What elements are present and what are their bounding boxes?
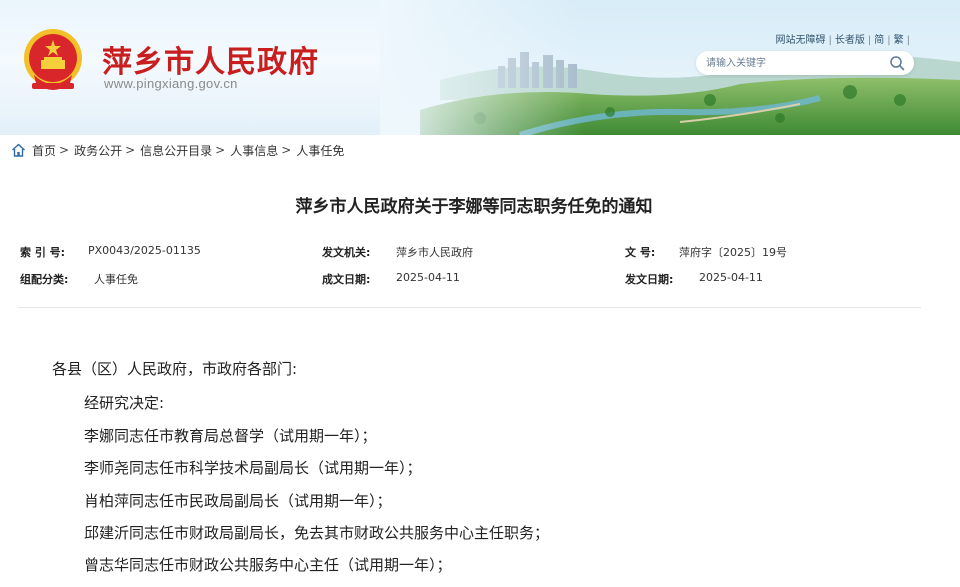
- search-input[interactable]: [706, 54, 882, 72]
- body-paragraph: 邱建沂同志任市财政局副局长，免去其市财政公共服务中心主任职务；: [84, 524, 550, 542]
- divider: [18, 307, 921, 308]
- issued-date-value: 2025-04-11: [699, 271, 763, 284]
- issuer-value: 萍乡市人民政府: [396, 246, 473, 259]
- body-paragraph: 李师尧同志任市科学技术局副局长（试用期一年）；: [84, 459, 422, 477]
- index-number-value: PX0043/2025-01135: [88, 244, 201, 257]
- body-paragraph: 经研究决定:: [84, 394, 165, 412]
- category-label: 组配分类:: [20, 273, 69, 286]
- breadcrumb-info-catalog[interactable]: 信息公开目录: [140, 142, 212, 159]
- category-value: 人事任免: [94, 273, 138, 286]
- breadcrumb-appointments[interactable]: 人事任免: [296, 142, 344, 159]
- search-box: [696, 51, 914, 75]
- separator: |: [867, 35, 872, 46]
- separator: |: [828, 35, 832, 46]
- traditional-chinese-link[interactable]: 繁: [894, 35, 904, 46]
- site-url: www.pingxiang.gov.cn: [104, 76, 238, 91]
- breadcrumb-separator: >: [215, 143, 226, 157]
- document-title: 萍乡市人民政府关于李娜等同志职务任免的通知: [295, 197, 653, 217]
- index-number-label: 索 引 号:: [20, 246, 66, 259]
- body-paragraph: 曾志华同志任市财政公共服务中心主任（试用期一年）；: [84, 556, 452, 574]
- national-emblem-icon: [24, 29, 82, 90]
- breadcrumb-gov-affairs[interactable]: 政务公开: [74, 142, 122, 159]
- salutation: 各县（区）人民政府，市政府各部门:: [52, 360, 298, 378]
- issued-date-label: 发文日期:: [625, 273, 674, 286]
- accessibility-link[interactable]: 网站无障碍: [776, 35, 826, 46]
- document-number-label: 文 号:: [625, 246, 656, 259]
- breadcrumb-separator: >: [125, 143, 136, 157]
- home-icon[interactable]: [11, 143, 26, 157]
- site-header: 萍乡市人民政府 www.pingxiang.gov.cn 网站无障碍 | 长者版 | 简…: [0, 0, 960, 135]
- simplified-chinese-link[interactable]: 简: [874, 35, 884, 46]
- site-title[interactable]: 萍乡市人民政府: [102, 37, 319, 81]
- breadcrumb-personnel-info[interactable]: 人事信息: [230, 142, 278, 159]
- body-paragraph: 肖柏萍同志任市民政局副局长（试用期一年）；: [84, 492, 392, 510]
- breadcrumb-separator: >: [281, 143, 292, 157]
- meta-row: 组配分类: 人事任免 成文日期: 2025-04-11 发文日期: 2025-0…: [0, 271, 960, 287]
- meta-row: 索 引 号: PX0043/2025-01135 发文机关: 萍乡市人民政府 文…: [0, 244, 960, 260]
- body-paragraph: 李娜同志任市教育局总督学（试用期一年）；: [84, 427, 377, 445]
- separator: |: [906, 35, 910, 46]
- document-number-value: 萍府字〔2025〕19号: [679, 246, 787, 259]
- top-links: 网站无障碍 | 长者版 | 简 | 繁 |: [776, 31, 914, 46]
- elder-version-link[interactable]: 长者版: [835, 35, 865, 46]
- separator: |: [887, 35, 891, 46]
- created-date-label: 成文日期:: [322, 273, 371, 286]
- issuer-label: 发文机关:: [322, 246, 371, 259]
- created-date-value: 2025-04-11: [396, 271, 460, 284]
- breadcrumb-separator: >: [59, 143, 70, 157]
- breadcrumb: 首页 > 政务公开 > 信息公开目录 > 人事信息 > 人事任免: [11, 142, 344, 158]
- breadcrumb-home[interactable]: 首页: [32, 142, 56, 159]
- search-icon[interactable]: [889, 55, 905, 71]
